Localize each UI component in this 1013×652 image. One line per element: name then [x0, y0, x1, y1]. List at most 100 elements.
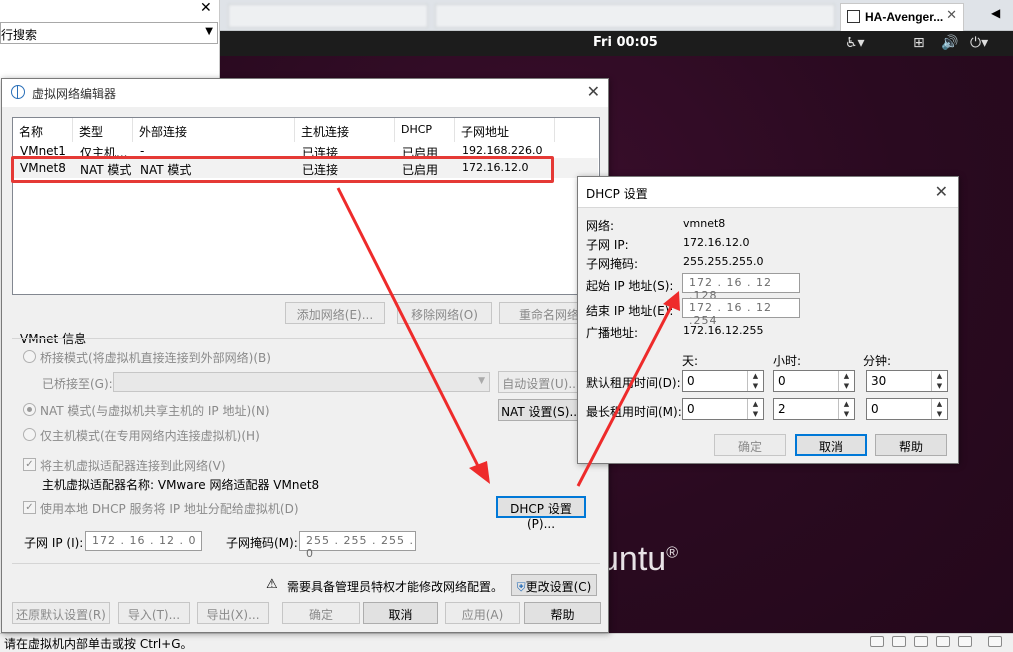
vm-tab-active[interactable]: HA-Avenger... ✕: [840, 3, 964, 31]
help-button[interactable]: 帮助: [524, 602, 601, 624]
spin-value: 30: [871, 374, 887, 388]
spin-up-icon[interactable]: ▲: [747, 399, 763, 409]
max-lease-days[interactable]: 0 ▲ ▼: [682, 398, 764, 420]
ok-button[interactable]: 确定: [282, 602, 360, 624]
blurred-tab[interactable]: [228, 4, 428, 28]
library-close-icon[interactable]: ✕: [200, 0, 212, 16]
vm-tab-strip: HA-Avenger... ✕ ◀: [220, 0, 1013, 31]
column-header-dhcp[interactable]: DHCP: [395, 118, 455, 142]
spin-down-icon[interactable]: ▼: [747, 381, 763, 391]
connect-adapter-checkbox[interactable]: ✓: [23, 458, 36, 471]
sound-icon[interactable]: [958, 636, 972, 647]
spin-down-icon[interactable]: ▼: [838, 381, 854, 391]
max-lease-label: 最长租用时间(M):: [586, 405, 682, 419]
restore-defaults-button[interactable]: 还原默认设置(R): [12, 602, 110, 624]
subnet-mask-label: 子网掩码(M):: [226, 536, 298, 550]
dhcp-cancel-button[interactable]: 取消: [795, 434, 867, 456]
spin-down-icon[interactable]: ▼: [931, 409, 947, 419]
cell-external: -: [140, 144, 145, 156]
warning-icon: ⚠: [266, 577, 278, 592]
dhcp-service-label: 使用本地 DHCP 服务将 IP 地址分配给虚拟机(D): [40, 502, 299, 516]
library-search-combo[interactable]: 行搜索 ▼: [0, 22, 218, 44]
tab-scroll-left-icon[interactable]: ◀: [991, 6, 1000, 20]
clock[interactable]: Fri 00:05: [593, 35, 658, 50]
spin-up-icon[interactable]: ▲: [931, 399, 947, 409]
dhcp-help-button[interactable]: 帮助: [875, 434, 947, 456]
change-settings-button[interactable]: ⛨更改设置(C): [511, 574, 597, 596]
nat-label: NAT 模式(与虚拟机共享主机的 IP 地址)(N): [40, 404, 270, 418]
chevron-down-icon: ▼: [478, 376, 485, 386]
default-lease-hours[interactable]: 0 ▲ ▼: [773, 370, 855, 392]
column-header-name[interactable]: 名称: [13, 118, 73, 142]
spin-down-icon[interactable]: ▼: [931, 381, 947, 391]
display-icon[interactable]: [988, 636, 1002, 647]
dhcp-titlebar[interactable]: DHCP 设置 ✕: [578, 177, 958, 207]
connect-adapter-label: 将主机虚拟适配器连接到此网络(V): [40, 459, 226, 473]
vne-titlebar[interactable]: 虚拟网络编辑器 ✕: [2, 79, 608, 107]
nat-radio[interactable]: [23, 403, 36, 416]
subnet-mask-label: 子网掩码:: [586, 257, 639, 271]
highlight-box: [11, 156, 554, 183]
auto-settings-button[interactable]: 自动设置(U)...: [498, 371, 584, 393]
column-header-host[interactable]: 主机连接: [295, 118, 395, 142]
column-header-type[interactable]: 类型: [73, 118, 133, 142]
bridged-radio[interactable]: [23, 350, 36, 363]
broadcast-label: 广播地址:: [586, 326, 639, 340]
network-adapter-icon[interactable]: [892, 636, 906, 647]
nat-settings-button[interactable]: NAT 设置(S)...: [498, 399, 584, 421]
chevron-down-icon[interactable]: ▼: [205, 26, 213, 37]
default-lease-days[interactable]: 0 ▲ ▼: [682, 370, 764, 392]
spin-up-icon[interactable]: ▲: [838, 371, 854, 381]
host-only-radio[interactable]: [23, 428, 36, 441]
column-header-subnet[interactable]: 子网地址: [455, 118, 555, 142]
column-header-external[interactable]: 外部连接: [133, 118, 295, 142]
close-icon[interactable]: ✕: [587, 82, 600, 101]
dhcp-service-checkbox[interactable]: ✓: [23, 501, 36, 514]
max-lease-hours[interactable]: 2 ▲ ▼: [773, 398, 855, 420]
add-network-button[interactable]: 添加网络(E)...: [285, 302, 385, 324]
usb-icon[interactable]: [936, 636, 950, 647]
cell-type: 仅主机...: [80, 146, 128, 156]
volume-icon[interactable]: 🔊: [941, 35, 958, 51]
remove-network-button[interactable]: 移除网络(O): [397, 302, 492, 324]
export-button[interactable]: 导出(X)...: [197, 602, 269, 624]
bridged-label: 桥接模式(将虚拟机直接连接到外部网络)(B): [40, 351, 271, 365]
end-ip-field[interactable]: 172 . 16 . 12 .254: [682, 298, 800, 327]
subnet-ip-value: 172.16.12.0: [683, 236, 750, 249]
dhcp-settings-dialog: DHCP 设置 ✕ 网络: vmnet8 子网 IP: 172.16.12.0 …: [577, 176, 959, 464]
tab-close-icon[interactable]: ✕: [946, 8, 957, 23]
import-button[interactable]: 导入(T)...: [118, 602, 190, 624]
subnet-ip-field[interactable]: 172 . 16 . 12 . 0: [85, 531, 202, 551]
cell-name: VMnet1: [20, 144, 66, 156]
dhcp-ok-button[interactable]: 确定: [714, 434, 786, 456]
spin-up-icon[interactable]: ▲: [838, 399, 854, 409]
cdrom-icon[interactable]: [914, 636, 928, 647]
start-ip-field[interactable]: 172 . 16 . 12 .128: [682, 273, 800, 302]
blurred-tab[interactable]: [435, 4, 835, 28]
accessibility-icon[interactable]: ♿▾: [845, 35, 865, 51]
spin-value: 0: [687, 374, 695, 388]
network-icon[interactable]: ⊞: [913, 35, 925, 51]
ubuntu-circle-icon: ®: [666, 544, 678, 562]
days-label: 天:: [682, 354, 699, 368]
dhcp-settings-button[interactable]: DHCP 设置(P)...: [496, 496, 586, 531]
spin-down-icon[interactable]: ▼: [838, 409, 854, 419]
table-row[interactable]: VMnet1 仅主机... - 已连接 已启用 192.168.226.0: [14, 142, 598, 156]
subnet-mask-field[interactable]: 255 . 255 . 255 . 0: [299, 531, 416, 560]
spin-up-icon[interactable]: ▲: [931, 371, 947, 381]
apply-button[interactable]: 应用(A): [445, 602, 520, 624]
admin-note: 需要具备管理员特权才能修改网络配置。: [287, 580, 504, 594]
default-lease-minutes[interactable]: 30 ▲ ▼: [866, 370, 948, 392]
power-icon[interactable]: ⏻▾: [970, 35, 988, 51]
hdd-icon[interactable]: [870, 636, 884, 647]
vm-tab-title: HA-Avenger...: [865, 10, 944, 24]
vm-tab-icon: [847, 10, 860, 23]
spin-up-icon[interactable]: ▲: [747, 371, 763, 381]
start-ip-label: 起始 IP 地址(S):: [586, 279, 674, 293]
bridged-to-select[interactable]: ▼: [113, 372, 490, 392]
max-lease-minutes[interactable]: 0 ▲ ▼: [866, 398, 948, 420]
close-icon[interactable]: ✕: [935, 182, 948, 201]
spin-down-icon[interactable]: ▼: [747, 409, 763, 419]
change-settings-label: 更改设置(C): [525, 580, 592, 594]
cancel-button[interactable]: 取消: [363, 602, 438, 624]
